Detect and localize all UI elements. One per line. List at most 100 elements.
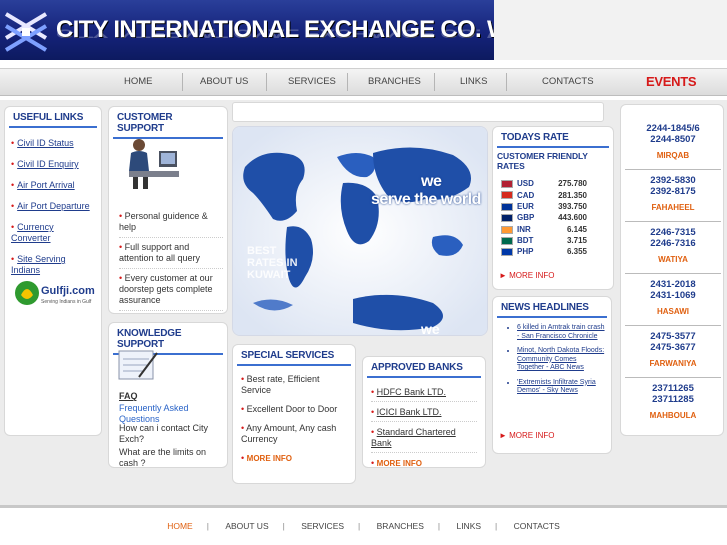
news-more-info-link[interactable]: ► MORE INFO <box>499 431 554 440</box>
bd-flag-icon <box>501 236 513 245</box>
link-item[interactable]: • Air Port Arrival <box>11 180 95 191</box>
nav-contacts[interactable]: CONTACTS <box>542 76 594 87</box>
rate-row: PHP 6.355 <box>499 246 589 257</box>
special-services-title: SPECIAL SERVICES <box>237 345 351 366</box>
nav-services[interactable]: SERVICES <box>288 76 336 87</box>
airport-departure-link[interactable]: Air Port Departure <box>17 201 90 211</box>
standard-chartered-link[interactable]: Standard Chartered Bank <box>371 427 456 448</box>
currency-rate: 281.350 <box>558 190 587 200</box>
rate-row: CAD 281.350 <box>499 189 589 200</box>
support-item: • Full support and attention to all quer… <box>119 238 223 269</box>
site-header: CITY INTERNATIONAL EXCHANGE CO. W.L.L CI… <box>0 0 548 60</box>
rate-row: BDT 3.715 <box>499 235 589 246</box>
nav-separator <box>266 73 267 91</box>
more-info-link[interactable]: • MORE INFO <box>371 453 477 472</box>
banner-we-bottom: we <box>421 321 440 336</box>
faq-question[interactable]: How can i contact City Exch? <box>119 423 223 445</box>
airport-arrival-link[interactable]: Air Port Arrival <box>17 180 75 190</box>
branch-watiya: 2246-7315 2246-7316 WATIYA <box>650 227 696 264</box>
footer-home[interactable]: HOME <box>153 521 207 531</box>
nav-links[interactable]: LINKS <box>460 76 487 87</box>
footer-links[interactable]: LINKS <box>442 521 495 531</box>
us-flag-icon <box>501 180 513 189</box>
link-item[interactable]: • Air Port Departure <box>11 201 95 212</box>
hdfc-bank-link[interactable]: HDFC Bank LTD. <box>377 387 446 397</box>
news-panel: NEWS HEADLINES 6 killed in Amtrak train … <box>492 296 612 454</box>
footer-about-us[interactable]: ABOUT US <box>211 521 282 531</box>
footer-services[interactable]: SERVICES <box>287 521 358 531</box>
site-serving-indians-link[interactable]: Site Serving Indians <box>11 254 66 275</box>
currency-code: BDT <box>517 236 534 246</box>
todays-rate-panel: TODAYS RATE CUSTOMER FRIENDLY RATES USD 2… <box>492 126 614 290</box>
currency-rate: 3.715 <box>566 236 587 246</box>
branch-hasawi: 2431-2018 2431-1069 HASAWI <box>650 279 696 316</box>
currency-code: USD <box>517 179 534 189</box>
gulfji-name: Gulfji.com <box>41 285 95 297</box>
world-map-banner: we serve the world BEST RATES IN KUWAIT … <box>232 126 488 336</box>
branch-farwaniya: 2475-3577 2475-3677 FARWANIYA <box>649 331 697 368</box>
gulfji-logo-icon[interactable]: Gulfji.com Serving Indians in Gulf <box>13 275 99 311</box>
branch-fahaheel: 2392-5830 2392-8175 FAHAHEEL <box>650 175 696 212</box>
special-services-panel: SPECIAL SERVICES • Best rate, Efficient … <box>232 344 356 484</box>
rates-table: USD 275.780 CAD 281.350 EUR 393.750 GBP 443.600… <box>499 178 589 258</box>
footer-contacts[interactable]: CONTACTS <box>500 521 574 531</box>
more-info-link[interactable]: • MORE INFO <box>241 449 347 468</box>
footer-branches[interactable]: BRANCHES <box>363 521 438 531</box>
site-title-reflection: CITY INTERNATIONAL EXCHANGE CO. W.L.L <box>56 26 548 41</box>
service-item: • Excellent Door to Door <box>241 404 338 414</box>
useful-links-panel: USEFUL LINKS • Civil ID Status • Civil ID … <box>4 106 102 436</box>
currency-code: GBP <box>517 213 535 223</box>
world-map-image <box>233 127 487 335</box>
nav-separator <box>434 73 435 91</box>
link-item[interactable]: • Currency Converter <box>11 222 95 244</box>
link-item[interactable]: • Civil ID Enquiry <box>11 159 95 170</box>
currency-rate: 443.600 <box>558 213 587 223</box>
link-item[interactable]: • Site Serving Indians <box>11 254 95 276</box>
bank-item[interactable]: • Standard Chartered Bank <box>371 422 477 453</box>
link-item[interactable]: • Civil ID Status <box>11 138 95 149</box>
nav-branches[interactable]: BRANCHES <box>368 76 421 87</box>
banner-headline: we serve the world <box>371 173 481 208</box>
civil-id-enquiry-link[interactable]: Civil ID Enquiry <box>17 159 79 169</box>
bank-item[interactable]: • HDFC Bank LTD. <box>371 382 477 402</box>
useful-links-title: USEFUL LINKS <box>9 107 97 128</box>
branch-mahboula: 23711265 23711285 MAHBOULA <box>649 383 697 420</box>
service-item: • Best rate, Efficient Service <box>241 374 320 395</box>
rate-row: INR 6.145 <box>499 224 589 235</box>
gb-flag-icon <box>501 214 513 223</box>
rates-more-info-link[interactable]: ► MORE INFO <box>499 271 554 280</box>
faq-link[interactable]: FAQ <box>119 391 138 401</box>
todays-rate-title: TODAYS RATE <box>497 127 609 148</box>
currency-converter-link[interactable]: Currency Converter <box>11 222 54 243</box>
currency-code: EUR <box>517 201 534 211</box>
currency-rate: 275.780 <box>558 179 587 189</box>
rates-subtitle: CUSTOMER FRIENDLY RATES <box>497 151 588 171</box>
news-item[interactable]: 'Extremists Infiltrate Syria Demos' - Sk… <box>517 379 605 396</box>
support-agent-image <box>129 139 179 189</box>
nav-separator <box>506 73 507 91</box>
notepad-pen-icon <box>118 350 158 380</box>
customer-support-panel: CUSTOMER SUPPORT • Personal guidence & h… <box>108 106 228 314</box>
branch-mirqab: 2244-1845/6 2244-8507 MIRQAB <box>646 123 700 160</box>
currency-rate: 6.145 <box>566 224 587 234</box>
header-strip <box>494 0 727 60</box>
rate-row: GBP 443.600 <box>499 212 589 223</box>
faq-question[interactable]: What are the limits on cash ? <box>119 447 223 469</box>
approved-banks-title: APPROVED BANKS <box>367 357 481 378</box>
banner-best-rates: BEST RATES IN KUWAIT <box>247 245 298 281</box>
news-item[interactable]: 6 killed in Amtrak train crash - San Fra… <box>517 324 605 341</box>
nav-separator <box>182 73 183 91</box>
nav-home[interactable]: HOME <box>124 76 153 87</box>
nav-events[interactable]: EVENTS <box>646 74 697 89</box>
rate-row: USD 275.780 <box>499 178 589 189</box>
currency-code: PHP <box>517 247 534 257</box>
icici-bank-link[interactable]: ICICI Bank LTD. <box>377 407 442 417</box>
news-item[interactable]: Minot, North Dakota Floods: Community Co… <box>517 347 605 373</box>
bank-item[interactable]: • ICICI Bank LTD. <box>371 402 477 422</box>
main-nav: HOME ABOUT US SERVICES BRANCHES LINKS CO… <box>0 68 727 96</box>
branches-panel: 2244-1845/6 2244-8507 MIRQAB 2392-5830 2… <box>620 104 724 436</box>
gulfji-tagline: Serving Indians in Gulf <box>41 299 92 305</box>
nav-about-us[interactable]: ABOUT US <box>200 76 248 87</box>
faq-subtitle[interactable]: Frequently Asked Questions <box>119 403 227 425</box>
civil-id-status-link[interactable]: Civil ID Status <box>17 138 74 148</box>
